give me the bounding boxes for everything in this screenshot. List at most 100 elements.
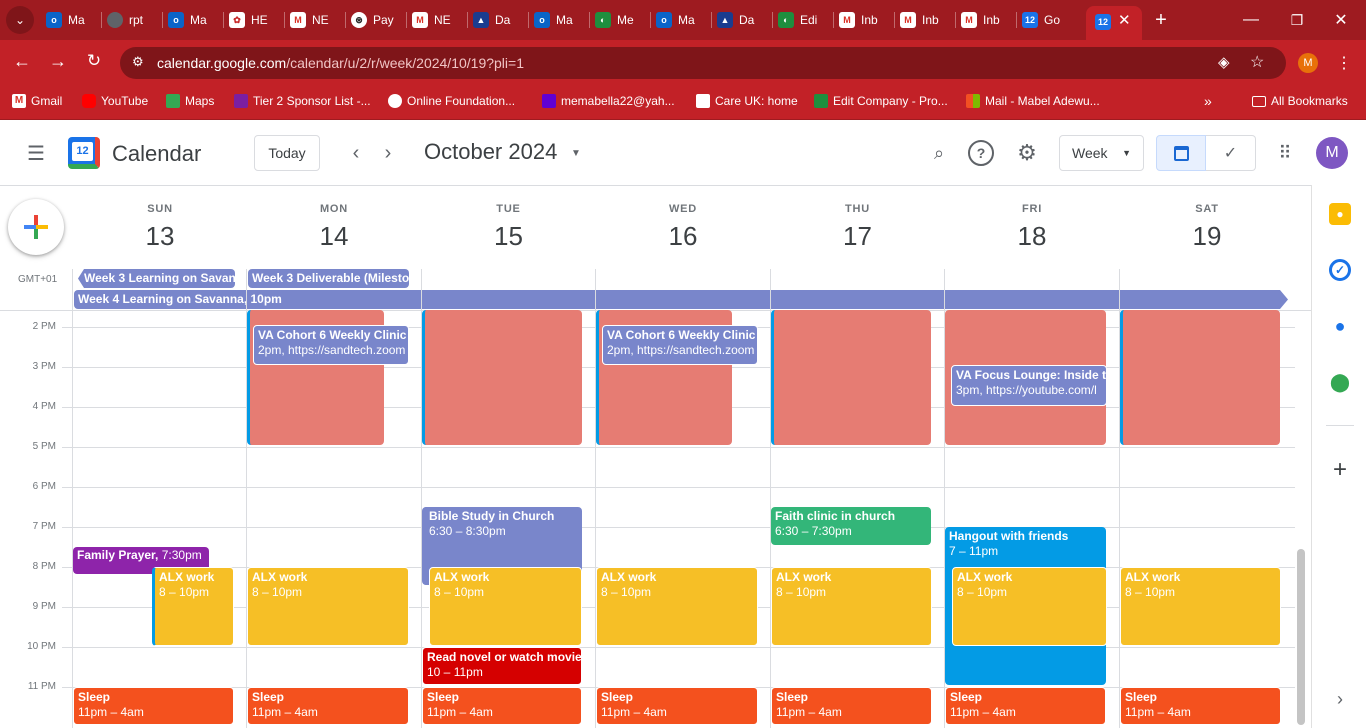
day-header-mon[interactable]: MON 14 bbox=[247, 203, 421, 252]
month-dropdown-icon[interactable]: ▼ bbox=[568, 143, 584, 163]
get-addons-icon[interactable]: + bbox=[1327, 456, 1353, 483]
day-header-tue[interactable]: TUE 15 bbox=[421, 203, 596, 252]
site-info-icon[interactable]: ⚙ bbox=[132, 54, 144, 70]
apps-grid-icon[interactable]: ⠿ bbox=[1272, 139, 1298, 167]
contacts-icon[interactable]: ● bbox=[1329, 315, 1351, 337]
day-number[interactable]: 13 bbox=[73, 221, 247, 252]
event-faith-clinic[interactable]: Faith clinic in church 6:30 – 7:30pm bbox=[771, 507, 931, 545]
browser-tab[interactable]: ◐ Edi bbox=[778, 8, 817, 32]
bookmarks-overflow-icon[interactable]: » bbox=[1204, 92, 1212, 110]
bookmark-star-icon[interactable]: ☆ bbox=[1250, 52, 1264, 72]
event-alx-wed[interactable]: ALX work 8 – 10pm bbox=[596, 567, 758, 646]
bookmark-mail[interactable]: Mail - Mabel Adewu... bbox=[966, 92, 1100, 110]
browser-tab[interactable]: ⊛ Pay bbox=[351, 8, 394, 32]
help-icon[interactable]: ? bbox=[968, 140, 994, 166]
browser-tab[interactable]: o Ma bbox=[656, 8, 695, 32]
allday-week3-learning[interactable]: Week 3 Learning on Savanr bbox=[78, 269, 235, 288]
browser-tab[interactable]: ▲ Da bbox=[717, 8, 754, 32]
browser-menu-icon[interactable]: ⋮ bbox=[1334, 51, 1354, 75]
search-icon[interactable]: ⌕ bbox=[926, 139, 952, 167]
event-sleep-fri[interactable]: Sleep 11pm – 4am bbox=[945, 687, 1106, 725]
next-week-icon[interactable]: › bbox=[376, 139, 400, 167]
event-sleep-sun[interactable]: Sleep 11pm – 4am bbox=[73, 687, 234, 725]
event-alx-sat[interactable]: ALX work 8 – 10pm bbox=[1120, 567, 1281, 646]
event-sleep-sat[interactable]: Sleep 11pm – 4am bbox=[1120, 687, 1281, 725]
grid-scrollbar[interactable] bbox=[1297, 549, 1305, 725]
browser-tab[interactable]: o Ma bbox=[168, 8, 207, 32]
prev-week-icon[interactable]: ‹ bbox=[344, 139, 368, 167]
allday-week4-learning[interactable]: Week 4 Learning on Savanna, 10pm bbox=[74, 290, 1288, 309]
bookmark-youtube[interactable]: YouTube bbox=[82, 92, 148, 110]
browser-tab[interactable]: ✿ HE bbox=[229, 8, 268, 32]
bookmark-care-uk[interactable]: Care UK: home bbox=[696, 92, 798, 110]
event-va-cohort-mon[interactable]: VA Cohort 6 Weekly Clinic -2pm, https://… bbox=[253, 325, 409, 365]
browser-tab[interactable]: M NE bbox=[412, 8, 451, 32]
event-alx-fri[interactable]: ALX work 8 – 10pm bbox=[952, 567, 1107, 646]
close-window-icon[interactable]: ✕ bbox=[1326, 6, 1356, 34]
profile-avatar[interactable]: M bbox=[1298, 53, 1318, 73]
day-number[interactable]: 15 bbox=[421, 221, 596, 252]
day-header-sat[interactable]: SAT 19 bbox=[1119, 203, 1295, 252]
browser-tab[interactable]: M Inb bbox=[961, 8, 1000, 32]
address-bar[interactable]: ⚙ calendar.google.com/calendar/u/2/r/wee… bbox=[120, 47, 1286, 79]
all-bookmarks[interactable]: All Bookmarks bbox=[1252, 92, 1348, 110]
event-va-focus-lounge[interactable]: VA Focus Lounge: Inside th 3pm, https://y… bbox=[951, 365, 1107, 406]
close-tab-icon[interactable]: ✕ bbox=[1118, 11, 1131, 29]
event-sleep-thu[interactable]: Sleep 11pm – 4am bbox=[771, 687, 932, 725]
bookmark-gmail[interactable]: M Gmail bbox=[12, 92, 62, 110]
event-alx-mon[interactable]: ALX work 8 – 10pm bbox=[247, 567, 409, 646]
event-alx-sun[interactable]: ALX work 8 – 10pm bbox=[152, 567, 234, 646]
reload-icon[interactable]: ↻ bbox=[82, 49, 106, 73]
account-avatar[interactable]: M bbox=[1316, 137, 1348, 169]
install-app-icon[interactable]: ◈ bbox=[1218, 53, 1230, 71]
day-number[interactable]: 16 bbox=[596, 221, 770, 252]
calendar-logo[interactable]: 12 bbox=[68, 137, 100, 169]
event-sleep-wed[interactable]: Sleep 11pm – 4am bbox=[596, 687, 758, 725]
event-read-novel[interactable]: Read novel or watch movie 10 – 11pm bbox=[422, 647, 582, 685]
browser-tab[interactable]: ◐ Me bbox=[595, 8, 634, 32]
tasks-view-toggle[interactable]: ✓ bbox=[1206, 135, 1256, 171]
browser-tab[interactable]: rpt bbox=[107, 8, 143, 32]
event-block-tue[interactable] bbox=[422, 310, 582, 445]
active-tab[interactable]: 12 ✕ bbox=[1086, 6, 1142, 40]
browser-tab[interactable]: o Ma bbox=[46, 8, 85, 32]
day-number[interactable]: 14 bbox=[247, 221, 421, 252]
browser-tab[interactable]: M Inb bbox=[900, 8, 939, 32]
bookmark-tier2[interactable]: Tier 2 Sponsor List -... bbox=[234, 92, 371, 110]
day-header-wed[interactable]: WED 16 bbox=[596, 203, 770, 252]
browser-tab[interactable]: M Inb bbox=[839, 8, 878, 32]
event-block-sat[interactable] bbox=[1120, 310, 1280, 445]
browser-tab[interactable]: 12 Go bbox=[1022, 8, 1060, 32]
bookmark-edit-company[interactable]: Edit Company - Pro... bbox=[814, 92, 948, 110]
bookmark-maps[interactable]: Maps bbox=[166, 92, 214, 110]
day-header-sun[interactable]: SUN 13 bbox=[73, 203, 247, 252]
today-button[interactable]: Today bbox=[254, 135, 320, 171]
browser-tab[interactable]: ▲ Da bbox=[473, 8, 510, 32]
expand-panel-icon[interactable]: › bbox=[1329, 685, 1351, 713]
day-header-thu[interactable]: THU 17 bbox=[770, 203, 945, 252]
restore-icon[interactable]: ❐ bbox=[1282, 6, 1312, 34]
minimize-icon[interactable]: — bbox=[1236, 6, 1266, 34]
main-menu-icon[interactable]: ☰ bbox=[22, 139, 50, 167]
tab-search-icon[interactable]: ⌄ bbox=[6, 6, 34, 34]
bookmark-online-foundation[interactable]: Online Foundation... bbox=[388, 92, 515, 110]
view-select[interactable]: Week ▼ bbox=[1059, 135, 1144, 171]
event-va-cohort-wed[interactable]: VA Cohort 6 Weekly Clinic -2pm, https://… bbox=[602, 325, 758, 365]
day-header-fri[interactable]: FRI 18 bbox=[945, 203, 1119, 252]
event-sleep-tue[interactable]: Sleep 11pm – 4am bbox=[422, 687, 582, 725]
tasks-icon[interactable]: ✓ bbox=[1329, 259, 1351, 281]
event-alx-thu[interactable]: ALX work 8 – 10pm bbox=[771, 567, 932, 646]
new-tab-button[interactable]: + bbox=[1150, 6, 1172, 34]
maps-icon[interactable]: ⬤ bbox=[1329, 371, 1351, 393]
create-button[interactable] bbox=[8, 199, 64, 255]
allday-week3-deliverable[interactable]: Week 3 Deliverable (Milestor bbox=[248, 269, 409, 288]
calendar-view-toggle[interactable] bbox=[1156, 135, 1206, 171]
day-number[interactable]: 17 bbox=[770, 221, 945, 252]
browser-tab[interactable]: o Ma bbox=[534, 8, 573, 32]
day-number[interactable]: 18 bbox=[945, 221, 1119, 252]
browser-tab[interactable]: M NE bbox=[290, 8, 329, 32]
forward-icon[interactable]: → bbox=[46, 49, 70, 73]
day-number[interactable]: 19 bbox=[1119, 221, 1295, 252]
settings-gear-icon[interactable]: ⚙ bbox=[1014, 139, 1040, 167]
event-block-thu[interactable] bbox=[771, 310, 931, 445]
